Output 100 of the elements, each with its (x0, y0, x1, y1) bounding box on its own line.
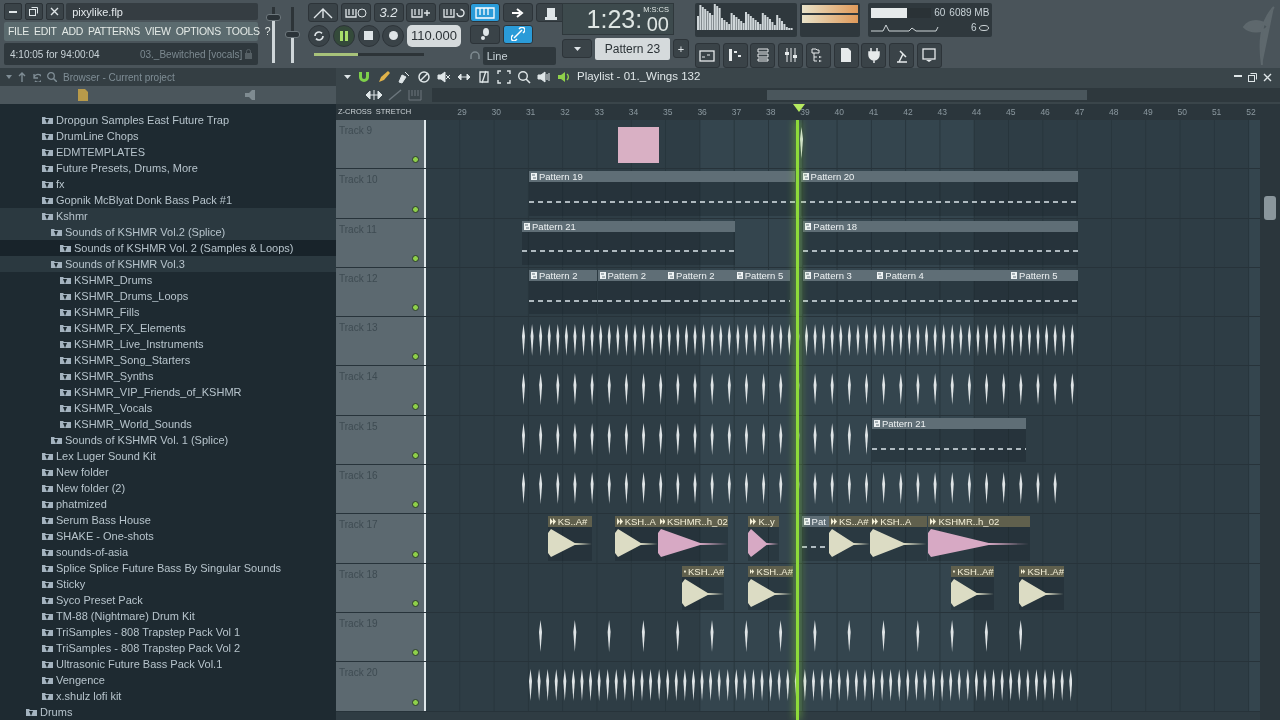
metronome-button[interactable] (308, 3, 338, 22)
loop-record-button[interactable] (439, 3, 469, 22)
tempo-field[interactable]: 110.000 (407, 25, 462, 47)
folder-item[interactable]: KSHMR_Song_Starters (0, 352, 336, 368)
folder-item[interactable]: Future Presets, Drums, More (0, 160, 336, 176)
folder-item[interactable]: KSHMR_Drums (0, 272, 336, 288)
toolbar-button[interactable] (916, 42, 942, 68)
folder-item[interactable]: SHAKE - One-shots (0, 528, 336, 544)
track-enable-led[interactable] (412, 550, 419, 558)
folder-item[interactable]: Sounds of KSHMR Vol. 1 (Splice) (0, 432, 336, 448)
magnet-icon[interactable] (357, 70, 371, 84)
track-enable-led[interactable] (412, 205, 419, 213)
track-enable-led[interactable] (412, 304, 419, 312)
audio-clip[interactable]: KSH..A# (748, 565, 793, 610)
loop-button[interactable] (308, 24, 330, 47)
minimize-button[interactable] (4, 3, 22, 20)
folder-item[interactable]: KSHMR_Synths (0, 368, 336, 384)
pattern-mode-button[interactable] (470, 3, 500, 22)
folder-item[interactable]: Drums (0, 704, 336, 720)
song-position-slider[interactable] (314, 52, 424, 56)
scroll-thumb[interactable] (1264, 196, 1276, 220)
slice-icon[interactable] (477, 70, 491, 84)
caret-down-icon[interactable] (344, 75, 351, 79)
master-pitch-slider[interactable] (285, 7, 300, 63)
zoom-icon[interactable] (517, 70, 531, 84)
pattern-selector[interactable]: Pattern 23 (594, 37, 671, 60)
toolbar-button[interactable] (861, 42, 887, 68)
track-enable-led[interactable] (412, 156, 419, 164)
folder-item[interactable]: New folder (2) (0, 480, 336, 496)
scroll-thumb[interactable] (767, 90, 1087, 100)
toolbar-button[interactable] (805, 42, 831, 68)
folder-item[interactable]: TriSamples - 808 Trapstep Pack Vol 1 (0, 624, 336, 640)
folder-item[interactable]: phatmized (0, 496, 336, 512)
audio-clip[interactable]: KSH..A (870, 516, 927, 561)
toolbar-button[interactable] (833, 42, 859, 68)
paint-icon[interactable] (397, 70, 411, 84)
slider-thumb[interactable] (266, 14, 281, 22)
folder-item[interactable]: Sounds of KSHMR Vol. 2 (Samples & Loops) (0, 240, 336, 256)
record-button[interactable] (382, 24, 405, 47)
menu-item[interactable]: EDIT (34, 23, 57, 40)
folder-item[interactable]: KSHMR_Vocals (0, 400, 336, 416)
speaker-icon[interactable] (537, 70, 551, 84)
folder-item[interactable]: Sounds of KSHMR Vol.3 (0, 256, 336, 272)
track-enable-led[interactable] (412, 599, 419, 607)
restore-button[interactable] (24, 3, 43, 20)
link-button[interactable] (502, 24, 533, 44)
audio-clip[interactable]: KSH..A# (950, 565, 994, 610)
arrow-button[interactable] (502, 3, 533, 22)
step-button[interactable] (470, 24, 500, 44)
menu-item[interactable]: PATTERNS (88, 23, 141, 40)
move-icon[interactable] (366, 89, 382, 101)
audio-clip[interactable]: KSHMR..h_02 (928, 516, 1030, 561)
folder-item[interactable]: Serum Bass House (0, 512, 336, 528)
toolbar-button[interactable] (778, 42, 804, 68)
track-enable-led[interactable] (412, 452, 419, 460)
folder-item[interactable]: Dropgun Samples East Future Trap (0, 112, 336, 128)
audio-clip[interactable]: KSH..A (614, 516, 658, 561)
toolbar-button[interactable] (750, 42, 776, 68)
document-icon[interactable] (78, 89, 89, 101)
blend-button[interactable] (406, 3, 437, 22)
stop-button[interactable] (357, 24, 380, 47)
folder-item[interactable]: KSHMR_Live_Instruments (0, 336, 336, 352)
wait-button[interactable] (340, 3, 371, 22)
track-enable-led[interactable] (412, 254, 419, 262)
add-pattern-button[interactable]: + (672, 39, 689, 59)
master-volume-slider[interactable] (266, 7, 281, 63)
menu-item[interactable]: TOOLS (225, 23, 260, 40)
folder-item[interactable]: KSHMR_World_Sounds (0, 416, 336, 432)
speaker-icon[interactable] (557, 70, 571, 84)
folder-item[interactable]: EDMTEMPLATES (0, 144, 336, 160)
close-button[interactable] (45, 3, 64, 20)
folder-item[interactable]: Sounds of KSHMR Vol.2 (Splice) (0, 224, 336, 240)
folder-item[interactable]: Lex Luger Sound Kit (0, 448, 336, 464)
folder-item[interactable]: Syco Preset Pack (0, 592, 336, 608)
track-enable-led[interactable] (412, 649, 419, 657)
folder-item[interactable]: x.shulz lofi kit (0, 688, 336, 704)
audio-clip[interactable]: KSH..A# (1019, 565, 1064, 610)
undo-icon[interactable] (32, 72, 41, 82)
folder-item[interactable]: Vengence (0, 672, 336, 688)
restore-icon[interactable] (1248, 72, 1257, 82)
folder-item[interactable]: KSHMR_FX_Elements (0, 320, 336, 336)
menu-item[interactable]: OPTIONS (175, 23, 221, 40)
toolbar-button[interactable] (722, 42, 748, 68)
folder-item[interactable]: KSHMR_Drums_Loops (0, 288, 336, 304)
toolbar-button[interactable] (694, 42, 720, 68)
audio-clip[interactable]: KS..A# (829, 516, 871, 561)
menu-item[interactable]: VIEW (145, 23, 171, 40)
folder-item[interactable]: sounds-of-asia (0, 544, 336, 560)
folder-item[interactable]: Sticky (0, 576, 336, 592)
horizontal-scrollbar[interactable] (432, 88, 1280, 102)
snap-dropdown[interactable]: Line (482, 46, 556, 65)
countdown-button[interactable]: 3.2 (373, 3, 404, 22)
menu-item[interactable]: FILE (8, 23, 29, 40)
caret-down-icon[interactable] (6, 75, 12, 79)
select-icon[interactable] (497, 70, 511, 84)
folder-item[interactable]: DrumLine Chops (0, 128, 336, 144)
audio-clip[interactable]: KSHMR..h_02 (657, 516, 728, 561)
folder-item[interactable]: fx (0, 176, 336, 192)
track-enable-led[interactable] (412, 501, 419, 509)
up-arrow-icon[interactable] (18, 72, 26, 82)
